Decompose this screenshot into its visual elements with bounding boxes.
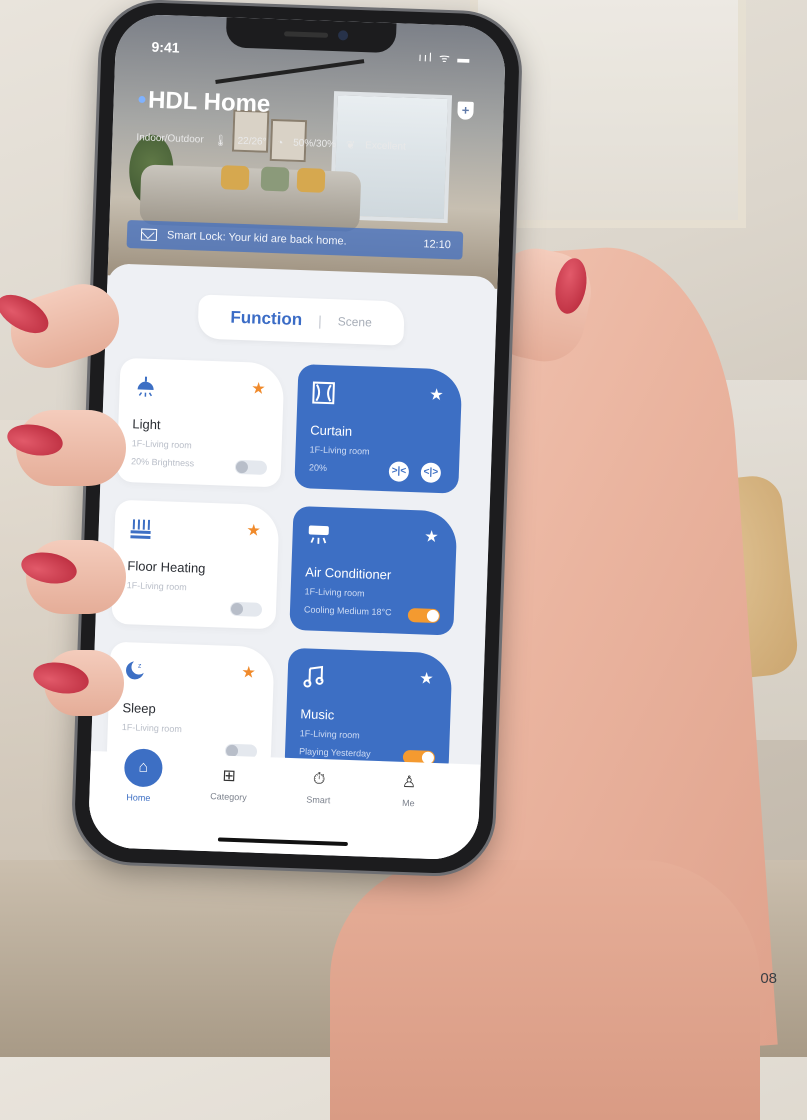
home-title[interactable]: •HDL Home: [137, 86, 271, 119]
status-icons: ııl ᯤ ▬: [418, 50, 472, 66]
nav-category-label: Category: [210, 791, 247, 803]
favorite-star-icon[interactable]: ★: [246, 520, 261, 540]
device-name: Music: [300, 706, 335, 723]
pillow: [220, 165, 250, 191]
favorite-star-icon[interactable]: ★: [241, 662, 256, 682]
device-room: 1F-Living room: [299, 728, 360, 741]
camera: [337, 30, 349, 41]
phone-screen: 9:41 ııl ᯤ ▬ •HDL Home + Indoor/Outdoor …: [87, 13, 507, 861]
curtain-open-icon[interactable]: <|>: [420, 462, 442, 484]
env-air: Excellent: [365, 140, 406, 153]
toggle-knob: [230, 602, 244, 616]
toggle-knob: [426, 609, 440, 623]
device-name: Sleep: [122, 700, 156, 717]
tab-switcher: Function | Scene: [197, 294, 405, 346]
grid-icon: ⊞: [222, 767, 237, 786]
tab-scene[interactable]: Scene: [338, 314, 372, 329]
nav-me-label: Me: [401, 797, 415, 809]
curtain-icon: [312, 381, 335, 405]
device-room: 1F-Living room: [309, 444, 370, 457]
air-conditioner-icon: [308, 525, 329, 544]
favorite-star-icon[interactable]: ★: [419, 668, 434, 688]
nav-home-label: Home: [126, 792, 151, 804]
device-card-air-conditioner[interactable]: ★ Air Conditioner 1F-Living room Cooling…: [289, 505, 458, 636]
home-icon: ⌂: [119, 744, 168, 792]
env-label: Indoor/Outdoor: [136, 132, 204, 146]
humidity-icon: ◔: [276, 136, 284, 149]
svg-text:z: z: [138, 663, 142, 670]
env-humidity: 50%/30%: [293, 137, 337, 151]
mail-icon: [140, 228, 158, 241]
dot-icon: •: [137, 86, 147, 114]
toggle-knob: [235, 460, 249, 474]
user-icon: ♙: [401, 773, 417, 792]
shield-plus-icon[interactable]: +: [457, 101, 474, 120]
device-name: Light: [132, 416, 161, 433]
notch: [225, 17, 397, 54]
smartphone: 9:41 ııl ᯤ ▬ •HDL Home + Indoor/Outdoor …: [73, 0, 521, 876]
tab-separator: |: [317, 312, 323, 329]
device-detail: 20%: [308, 462, 328, 474]
device-card-curtain[interactable]: ★ Curtain 1F-Living room 20% >|< <|>: [294, 364, 463, 494]
env-temp: 22/26°: [237, 135, 267, 148]
lamp-icon: [137, 376, 154, 397]
floor-heating-toggle[interactable]: [229, 601, 263, 617]
status-time: 9:41: [151, 38, 180, 56]
home-indicator: [217, 837, 348, 847]
device-room: 1F-Living room: [126, 580, 187, 593]
nav-category[interactable]: ⊞ Category: [193, 767, 264, 803]
home-name: HDL Home: [147, 86, 271, 118]
device-detail: 20% Brightness: [130, 456, 195, 469]
ceiling-light-rail: [215, 59, 365, 84]
leaf-icon: ❦: [345, 139, 356, 152]
nav-me[interactable]: ♙ Me: [373, 773, 444, 809]
device-room: 1F-Living room: [304, 586, 365, 599]
favorite-star-icon[interactable]: ★: [429, 385, 444, 405]
notification-time: 12:10: [423, 238, 452, 252]
device-detail: Cooling Medium 18°C: [303, 604, 392, 618]
pillow: [296, 167, 326, 193]
device-name: Air Conditioner: [305, 564, 392, 583]
device-detail: Playing Yesterday: [298, 746, 371, 759]
device-name: Curtain: [310, 422, 353, 439]
alarm-clock-icon: ⏱: [312, 770, 326, 789]
moon-icon: z: [126, 661, 144, 680]
nav-home[interactable]: ⌂ Home: [103, 744, 174, 804]
device-card-floor-heating[interactable]: ★ Floor Heating 1F-Living room: [111, 499, 280, 630]
light-toggle[interactable]: [234, 459, 268, 475]
notification-text: Smart Lock: Your kid are back home.: [166, 229, 347, 248]
bottom-tab-bar: ⌂ Home ⊞ Category ⏱ Smart ♙ Me: [87, 744, 481, 861]
floor-heating-icon: [130, 519, 151, 539]
pillow: [260, 166, 290, 192]
thermometer-icon: 🌡: [213, 134, 228, 148]
nav-smart[interactable]: ⏱ Smart: [283, 770, 354, 806]
speaker: [284, 31, 329, 38]
hand-wrist: [330, 860, 760, 1120]
tab-function[interactable]: Function: [230, 308, 302, 330]
device-room: 1F-Living room: [121, 722, 182, 735]
page-number: 08: [760, 970, 777, 987]
device-name: Floor Heating: [127, 558, 206, 576]
device-room: 1F-Living room: [131, 438, 192, 451]
nav-smart-label: Smart: [306, 794, 331, 806]
device-card-light[interactable]: ★ Light 1F-Living room 20% Brightness: [116, 357, 285, 488]
favorite-star-icon[interactable]: ★: [424, 527, 439, 547]
music-note-icon: [303, 665, 324, 688]
curtain-close-icon[interactable]: >|<: [388, 461, 410, 482]
air-conditioner-toggle[interactable]: [407, 607, 441, 624]
favorite-star-icon[interactable]: ★: [251, 378, 266, 398]
